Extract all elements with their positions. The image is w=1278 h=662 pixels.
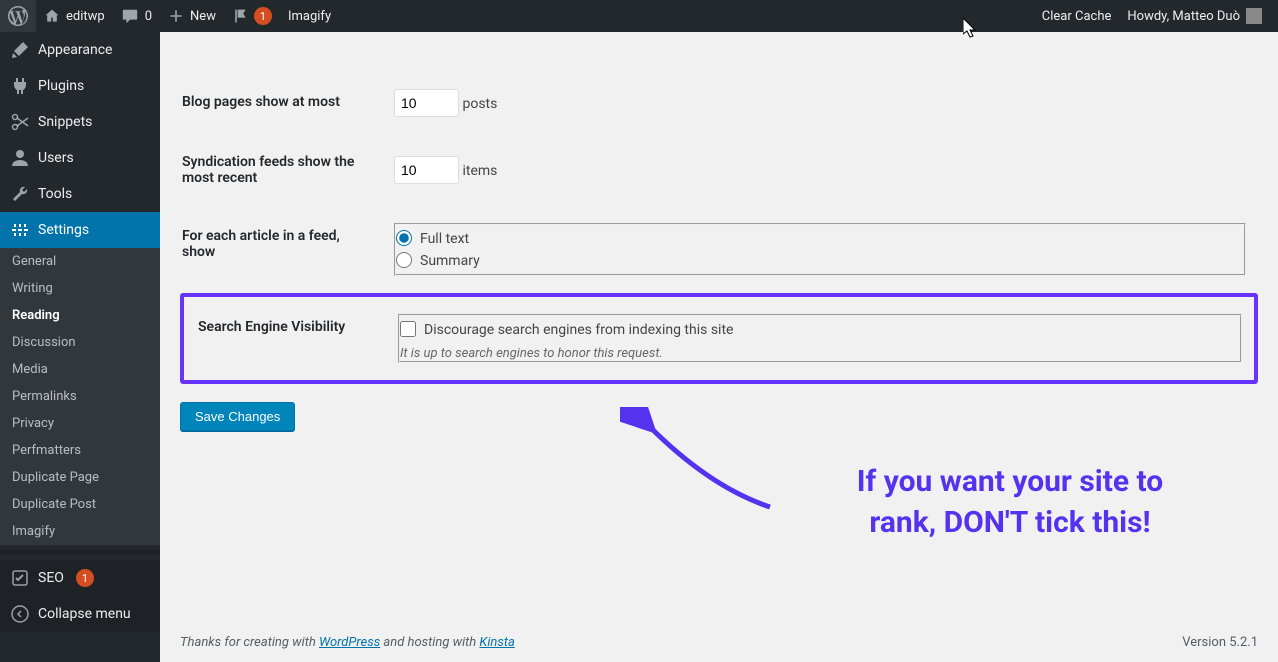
menu-users[interactable]: Users xyxy=(0,140,160,176)
imagify-link[interactable]: Imagify xyxy=(280,0,339,32)
menu-plugins[interactable]: Plugins xyxy=(0,68,160,104)
syndication-input[interactable] xyxy=(394,156,459,184)
brush-icon xyxy=(10,40,30,60)
wordpress-icon xyxy=(8,6,28,26)
menu-snippets[interactable]: Snippets xyxy=(0,104,160,140)
new-label: New xyxy=(190,9,216,24)
menu-separator xyxy=(0,550,160,555)
avatar xyxy=(1246,8,1262,24)
collapse-menu[interactable]: Collapse menu xyxy=(0,596,160,632)
annotation-text: If you want your site to rank, DON'T tic… xyxy=(770,462,1250,543)
clear-cache-link[interactable]: Clear Cache xyxy=(1034,0,1120,32)
scissors-icon xyxy=(10,112,30,132)
collapse-icon xyxy=(10,604,30,624)
blog-pages-unit: posts xyxy=(462,96,497,112)
submenu-writing[interactable]: Writing xyxy=(0,275,160,302)
kinsta-link[interactable]: Kinsta xyxy=(479,635,514,650)
imagify-label: Imagify xyxy=(288,9,331,24)
settings-content: Blog pages show at most posts Syndicatio… xyxy=(160,32,1278,662)
menu-seo[interactable]: SEO 1 xyxy=(0,560,160,596)
menu-tools[interactable]: Tools xyxy=(0,176,160,212)
submenu-perfmatters[interactable]: Perfmatters xyxy=(0,437,160,464)
syndication-unit: items xyxy=(462,163,497,179)
menu-settings[interactable]: Settings xyxy=(0,212,160,248)
save-button[interactable]: Save Changes xyxy=(180,402,295,431)
comments-link[interactable]: 0 xyxy=(113,0,160,32)
seo-badge: 1 xyxy=(76,569,94,587)
version-text: Version 5.2.1 xyxy=(1182,635,1258,650)
sev-checkbox[interactable] xyxy=(400,321,416,337)
sev-label: Search Engine Visibility xyxy=(186,299,386,378)
submenu-reading[interactable]: Reading xyxy=(0,302,160,329)
feed-full-radio[interactable] xyxy=(396,230,412,246)
site-name: editwp xyxy=(66,9,105,24)
plug-icon xyxy=(10,76,30,96)
comment-icon xyxy=(121,7,139,25)
admin-toolbar: editwp 0 New 1 Imagify Clear Cache xyxy=(0,0,1278,32)
submenu-imagify[interactable]: Imagify xyxy=(0,518,160,545)
comments-count: 0 xyxy=(145,9,152,24)
search-engine-visibility-highlight: Search Engine Visibility Discourage sear… xyxy=(180,293,1258,384)
menu-appearance[interactable]: Appearance xyxy=(0,32,160,68)
plus-icon xyxy=(168,8,184,24)
submenu-permalinks[interactable]: Permalinks xyxy=(0,383,160,410)
feed-summary-radio[interactable] xyxy=(396,252,412,268)
new-content-link[interactable]: New xyxy=(160,0,224,32)
feed-summary-option[interactable]: Summary xyxy=(396,252,1244,269)
feed-article-label: For each article in a feed, show xyxy=(182,208,382,291)
wrench-icon xyxy=(10,184,30,204)
submenu-general[interactable]: General xyxy=(0,248,160,275)
seo-icon xyxy=(10,568,30,588)
wp-logo[interactable] xyxy=(0,0,36,32)
sev-option[interactable]: Discourage search engines from indexing … xyxy=(400,321,1240,338)
notif-badge: 1 xyxy=(254,7,272,25)
admin-sidebar: Appearance Plugins Snippets Users Tools … xyxy=(0,32,160,662)
submenu-duplicate-page[interactable]: Duplicate Page xyxy=(0,464,160,491)
flag-icon xyxy=(232,8,248,24)
feed-full-option[interactable]: Full text xyxy=(396,230,1244,247)
submenu-discussion[interactable]: Discussion xyxy=(0,329,160,356)
my-account-link[interactable]: Howdy, Matteo Duò xyxy=(1119,0,1270,32)
notifications-link[interactable]: 1 xyxy=(224,0,280,32)
blog-pages-label: Blog pages show at most xyxy=(182,74,382,132)
howdy-text: Howdy, Matteo Duò xyxy=(1127,9,1240,24)
settings-submenu: General Writing Reading Discussion Media… xyxy=(0,248,160,545)
sev-note: It is up to search engines to honor this… xyxy=(400,346,1240,361)
syndication-label: Syndication feeds show the most recent xyxy=(182,134,382,206)
site-name-link[interactable]: editwp xyxy=(36,0,113,32)
wordpress-link[interactable]: WordPress xyxy=(319,635,380,650)
submenu-privacy[interactable]: Privacy xyxy=(0,410,160,437)
home-icon xyxy=(44,8,60,24)
user-icon xyxy=(10,148,30,168)
sliders-icon xyxy=(10,220,30,240)
footer: Thanks for creating with WordPress and h… xyxy=(180,635,1258,650)
submenu-duplicate-post[interactable]: Duplicate Post xyxy=(0,491,160,518)
blog-pages-input[interactable] xyxy=(394,89,459,117)
submenu-media[interactable]: Media xyxy=(0,356,160,383)
